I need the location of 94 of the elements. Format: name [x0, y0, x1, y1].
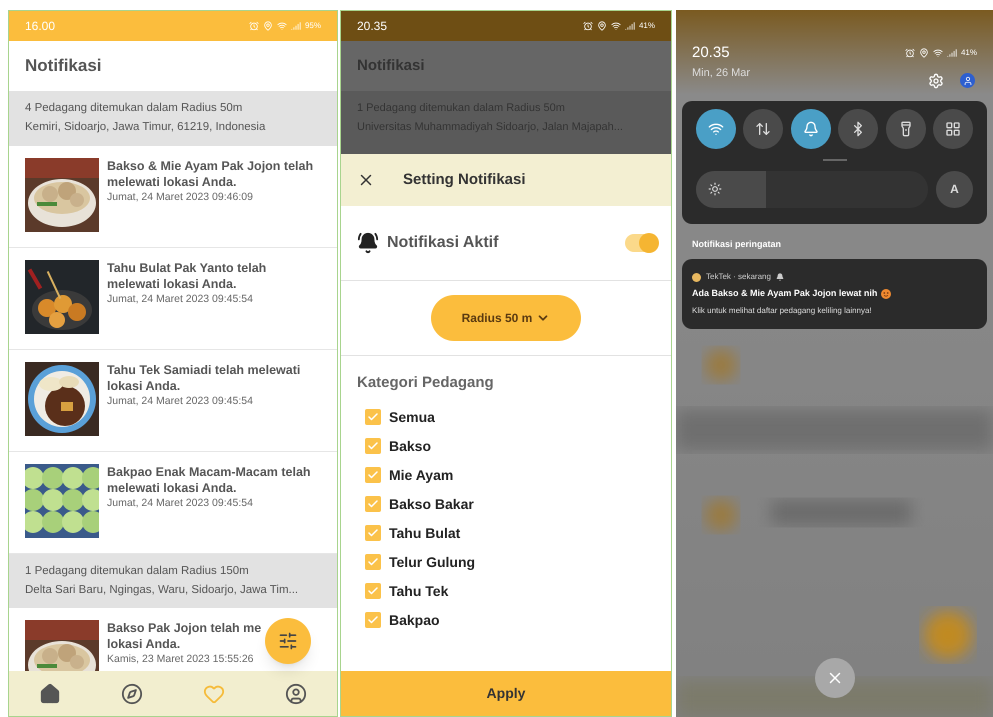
category-label: Mie Ayam	[389, 466, 454, 485]
notification-card[interactable]: TekTek · sekarang Ada Bakso & Mie Ayam Pak Jojon lewat nih Klik untuk melihat daftar pedagang keliling lainnya!	[682, 259, 987, 328]
group-count: 4 Pedagang ditemukan dalam Radius 50m	[25, 101, 244, 116]
settings-icon[interactable]	[928, 72, 944, 88]
category-checkbox[interactable]	[365, 525, 381, 541]
signal-icon	[946, 48, 957, 58]
quick-tile[interactable]	[743, 108, 784, 148]
category-checkbox[interactable]	[365, 409, 381, 425]
quick-tile[interactable]	[932, 108, 973, 148]
sun-icon	[708, 182, 722, 196]
item-date: Jumat, 24 Maret 2023 09:45:54	[107, 496, 254, 510]
brightness-slider[interactable]	[696, 170, 928, 208]
check-icon	[367, 556, 379, 568]
signal-icon	[290, 21, 301, 31]
item-title: Bakpao Enak Macam-Macam telah melewati lokasi Anda.	[107, 464, 312, 496]
check-icon	[367, 498, 379, 510]
category-checkbox[interactable]	[365, 467, 381, 483]
notification-item[interactable]: Bakso & Mie Ayam Pak Jojon telah melewati lokasi Anda. Jumat, 24 Maret 2023 09:46:09	[9, 146, 337, 248]
notification-title: Ada Bakso & Mie Ayam Pak Jojon lewat nih	[692, 287, 878, 300]
check-icon	[367, 411, 379, 423]
sheet-title: Setting Notifikasi	[403, 170, 526, 190]
quick-tile[interactable]	[886, 108, 926, 148]
category-label: Telur Gulung	[389, 552, 476, 572]
item-title: Bakso & Mie Ayam Pak Jojon telah melewati lokasi Anda.	[107, 158, 314, 190]
category-checkbox[interactable]	[365, 496, 381, 512]
bell-icon	[357, 232, 379, 254]
alarm-icon	[904, 48, 915, 58]
notification-source: TekTek · sekarang	[706, 271, 771, 283]
notification-item[interactable]: Tahu Bulat Pak Yanto telah melewati lokasi Anda. Jumat, 24 Maret 2023 09:45:54	[9, 248, 337, 350]
user-icon[interactable]	[285, 682, 307, 704]
auto-brightness-button[interactable]: A	[936, 170, 973, 208]
category-label: Tahu Tek	[389, 582, 448, 600]
shade-time: 20.35	[692, 43, 730, 63]
group-count: 1 Pedagang ditemukan dalam Radius 150m	[25, 564, 250, 578]
item-title: Tahu Bulat Pak Yanto telah melewati lokasi Anda.	[107, 260, 268, 292]
wifi-icon	[708, 120, 724, 136]
quick-tile[interactable]	[790, 108, 831, 148]
item-title-end: lokasi Anda.	[107, 636, 182, 652]
toggle-label: Notifikasi Aktif	[387, 233, 498, 253]
alarm-icon	[248, 21, 259, 31]
status-time: 20.35	[357, 18, 388, 35]
wifi-icon	[276, 21, 287, 31]
status-time: 16.00	[25, 18, 56, 35]
alarm-icon	[582, 21, 593, 31]
category-checkbox[interactable]	[365, 583, 381, 599]
shade-date: Min, 26 Mar	[692, 66, 750, 80]
location-icon	[596, 21, 607, 31]
category-checkbox[interactable]	[365, 554, 381, 570]
section-title: Notifikasi peringatan	[691, 238, 782, 251]
battery-level: 95%	[304, 20, 321, 32]
item-title: Bakso Pak Jojon telah me	[107, 620, 262, 636]
wifi-icon	[610, 21, 621, 31]
category-checkbox[interactable]	[365, 612, 381, 628]
bell-icon	[776, 273, 784, 281]
notification-item[interactable]: Tahu Tek Samiadi telah melewati lokasi Anda. Jumat, 24 Maret 2023 09:45:54	[9, 350, 337, 452]
battery-level: 41%	[960, 47, 977, 60]
category-label: Bakso Bakar	[389, 494, 474, 514]
bell-icon	[802, 120, 819, 136]
check-icon	[367, 469, 379, 481]
category-title: Kategori Pedagang	[357, 373, 495, 393]
home-icon[interactable]	[39, 682, 61, 704]
quick-tile[interactable]	[838, 108, 878, 148]
check-icon	[367, 614, 379, 626]
category-label: Bakpao	[389, 610, 440, 630]
location-icon	[262, 21, 273, 31]
battery-level: 41%	[638, 20, 655, 32]
notification-item[interactable]: Bakpao Enak Macam-Macam telah melewati lokasi Anda. Jumat, 24 Maret 2023 09:45:54	[9, 452, 337, 554]
smiley-icon	[881, 288, 892, 299]
item-date: Kamis, 23 Maret 2023 15:55:26	[107, 652, 255, 667]
app-icon	[692, 272, 701, 282]
compass-icon[interactable]	[121, 682, 143, 704]
item-date: Jumat, 24 Maret 2023 09:45:54	[107, 292, 254, 306]
apply-button[interactable]: Apply	[341, 671, 671, 716]
radius-dropdown[interactable]: Radius 50 m	[431, 295, 581, 341]
category-label: Semua	[389, 408, 435, 426]
category-label: Bakso	[389, 436, 432, 456]
check-icon	[367, 527, 379, 539]
location-icon	[918, 48, 929, 58]
arrows-icon	[755, 120, 772, 136]
check-icon	[367, 440, 379, 452]
grid-icon	[944, 120, 961, 136]
sliders-icon	[278, 631, 298, 651]
item-title: Tahu Tek Samiadi telah melewati lokasi Anda.	[107, 362, 302, 394]
group-address: Delta Sari Baru, Ngingas, Waru, Sidoarjo, Jawa Tim...	[25, 582, 300, 598]
signal-icon	[624, 21, 635, 31]
item-date: Jumat, 24 Maret 2023 09:45:54	[107, 394, 254, 408]
group-address: Kemiri, Sidoarjo, Jawa Timur, 61219, Indonesia	[25, 120, 266, 136]
category-checkbox[interactable]	[365, 438, 381, 454]
category-label: Tahu Bulat	[389, 524, 460, 542]
check-icon	[367, 585, 379, 597]
quick-tile[interactable]	[696, 108, 736, 148]
item-date: Jumat, 24 Maret 2023 09:46:09	[107, 190, 254, 204]
notification-body: Klik untuk melihat daftar pedagang keliling lainnya!	[692, 304, 873, 316]
screen-title: Notifikasi	[25, 55, 102, 78]
